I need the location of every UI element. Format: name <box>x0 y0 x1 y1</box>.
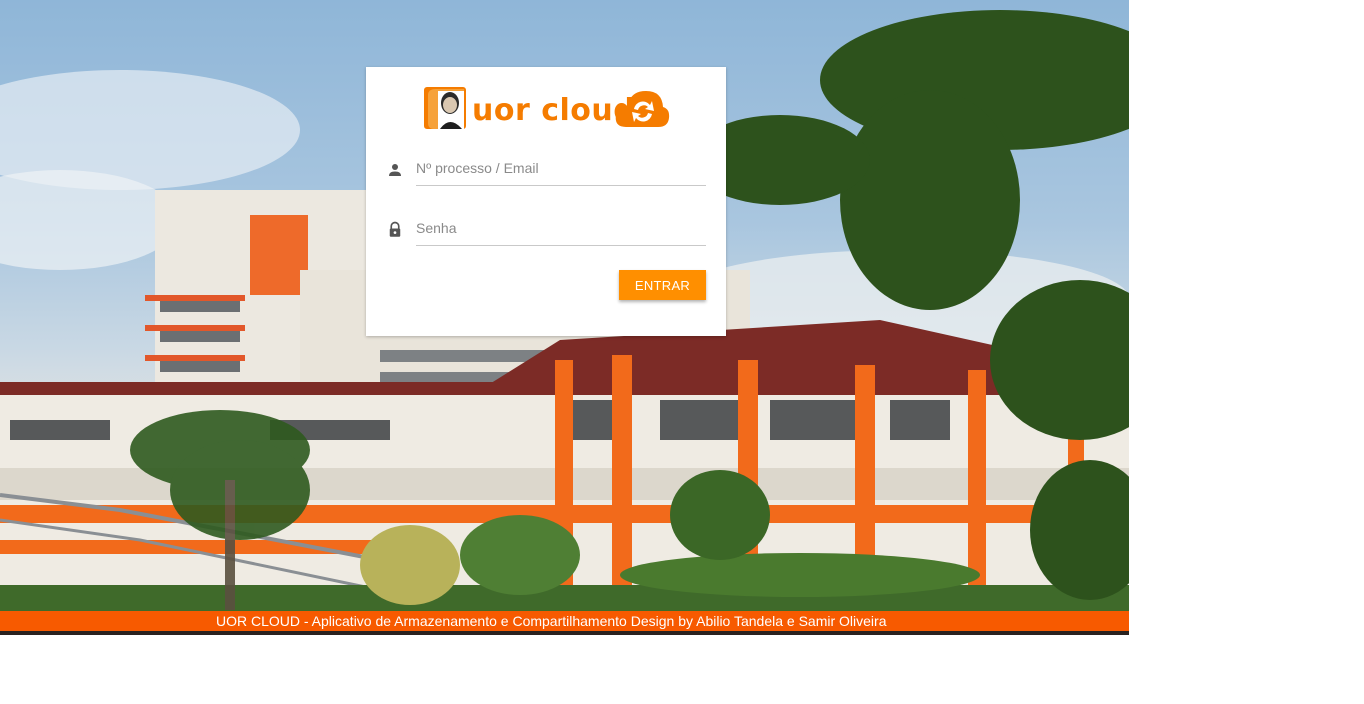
footer-text: UOR CLOUD - Aplicativo de Armazenamento … <box>216 613 887 629</box>
login-button[interactable]: ENTRAR <box>619 270 706 300</box>
password-field <box>386 211 706 249</box>
lock-icon <box>389 221 401 237</box>
login-card: uor cloud ENTRAR <box>366 67 726 336</box>
username-field <box>386 151 706 189</box>
username-input[interactable] <box>416 151 706 186</box>
footer-divider <box>0 631 1129 635</box>
portrait-icon <box>424 87 466 129</box>
brand-name: uor cloud <box>472 93 636 128</box>
password-input[interactable] <box>416 211 706 246</box>
person-icon <box>389 164 401 176</box>
cloud-sync-icon <box>615 91 670 127</box>
footer-bar: UOR CLOUD - Aplicativo de Armazenamento … <box>0 611 1129 631</box>
brand-logo: uor cloud <box>424 87 670 129</box>
